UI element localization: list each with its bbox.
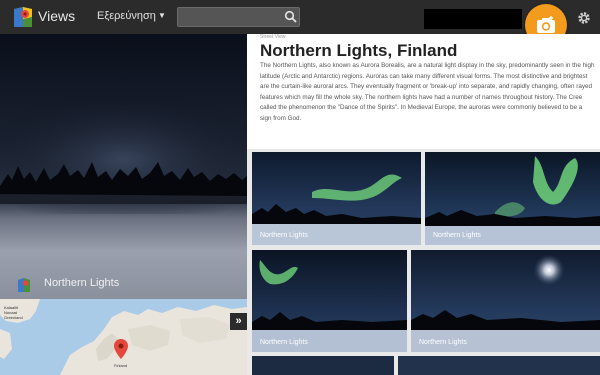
maps-pin-icon (18, 278, 30, 292)
place-title: Northern Lights, Finland (260, 41, 458, 60)
info-card: Street View Northern Lights, Finland The… (247, 34, 600, 149)
explore-chevron-down-icon[interactable]: ▼ (158, 11, 166, 20)
gallery-tile[interactable]: Northern Lights (411, 250, 600, 352)
detail-panel: Street View Northern Lights, Finland The… (247, 34, 600, 375)
place-description: The Northern Lights, also known as Auror… (260, 62, 595, 122)
gallery-tile[interactable] (252, 356, 394, 375)
search-icon[interactable] (284, 10, 298, 24)
gallery-tile[interactable]: Northern Lights (252, 250, 407, 352)
gallery-tile[interactable]: Northern Lights (425, 152, 600, 245)
street-view-label: Street View (260, 34, 286, 40)
tile-label: Northern Lights (260, 339, 308, 346)
gallery-tile[interactable]: Northern Lights (252, 152, 421, 245)
account-area[interactable] (424, 9, 522, 29)
panorama-view[interactable]: Northern Lights (0, 34, 247, 299)
mini-map[interactable]: Kalaallit Nunaat Greenland Finland (0, 299, 247, 375)
location-pin-icon[interactable] (114, 339, 128, 359)
add-photo-icon (537, 16, 555, 33)
explore-menu[interactable]: Εξερεύνηση (97, 10, 156, 22)
map-label-finland: Finland (114, 363, 128, 368)
expand-panel-button[interactable]: » (230, 313, 247, 330)
tile-label: Northern Lights (260, 232, 308, 239)
gear-icon[interactable] (577, 11, 591, 25)
photo-aurora (411, 250, 600, 352)
gallery-tile[interactable] (398, 356, 600, 375)
maps-logo-icon[interactable] (14, 7, 32, 27)
map-label-greenland: Kalaallit Nunaat Greenland (4, 305, 23, 320)
tile-label: Northern Lights (419, 339, 467, 346)
panorama-image (0, 94, 247, 214)
search-input[interactable] (177, 7, 300, 27)
photo-aurora (252, 250, 407, 352)
app-title[interactable]: Views (38, 8, 75, 24)
top-bar: Views Εξερεύνηση ▼ (0, 0, 600, 34)
tile-label: Northern Lights (433, 232, 481, 239)
panorama-title[interactable]: Northern Lights (44, 277, 119, 289)
